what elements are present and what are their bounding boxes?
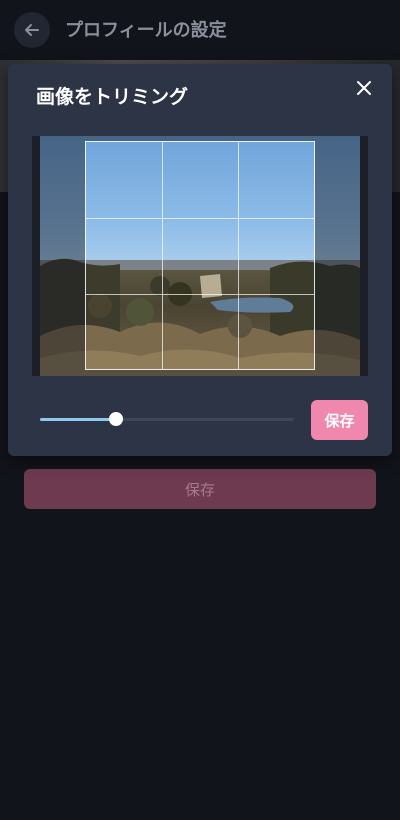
zoom-slider-fill <box>40 418 117 421</box>
arrow-left-icon <box>25 24 39 36</box>
crop-dim-bottom <box>85 370 315 376</box>
back-button[interactable] <box>14 12 50 48</box>
page-save-button[interactable]: 保存 <box>24 469 376 509</box>
crop-grid-line <box>86 218 314 219</box>
close-button[interactable] <box>352 76 376 100</box>
modal-save-button[interactable]: 保存 <box>311 400 368 440</box>
page-header: プロフィールの設定 <box>0 0 400 56</box>
crop-grid-line <box>86 294 314 295</box>
crop-area[interactable] <box>32 136 368 376</box>
modal-title: 画像をトリミング <box>36 86 189 108</box>
crop-modal: 画像をトリミング 保存 <box>8 64 392 456</box>
crop-dim-left <box>40 136 85 376</box>
crop-dim-right <box>315 136 360 376</box>
crop-grid-line <box>238 142 239 369</box>
crop-selection-box[interactable] <box>85 141 315 370</box>
page-title: プロフィールの設定 <box>65 20 227 41</box>
zoom-slider[interactable] <box>40 412 294 426</box>
crop-grid-line <box>162 142 163 369</box>
zoom-slider-thumb[interactable] <box>109 412 124 426</box>
close-icon <box>357 81 371 95</box>
